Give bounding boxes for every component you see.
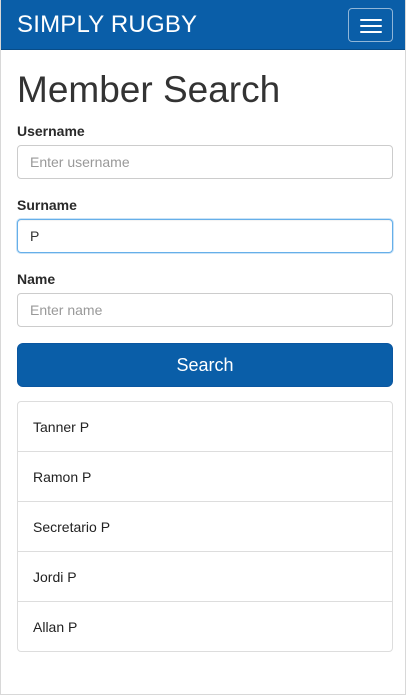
page-title: Member Search <box>17 69 281 110</box>
name-input[interactable] <box>17 293 393 327</box>
list-item[interactable]: Jordi P <box>17 551 393 602</box>
list-item[interactable]: Tanner P <box>17 401 393 452</box>
navbar: SIMPLY RUGBY <box>1 0 405 50</box>
list-item[interactable]: Secretario P <box>17 501 393 552</box>
surname-label: Surname <box>17 197 77 213</box>
list-item[interactable]: Allan P <box>17 601 393 652</box>
name-label: Name <box>17 271 56 287</box>
results-list: Tanner P Ramon P Secretario P Jordi P Al… <box>17 401 393 652</box>
surname-input[interactable] <box>17 219 393 253</box>
menu-toggle-button[interactable] <box>348 8 393 42</box>
brand-link[interactable]: SIMPLY RUGBY <box>17 10 197 40</box>
search-button[interactable]: Search <box>17 343 393 387</box>
username-input[interactable] <box>17 145 393 179</box>
list-item[interactable]: Ramon P <box>17 451 393 502</box>
page: SIMPLY RUGBY Member Search Username Surn… <box>0 0 406 695</box>
username-label: Username <box>17 123 85 139</box>
